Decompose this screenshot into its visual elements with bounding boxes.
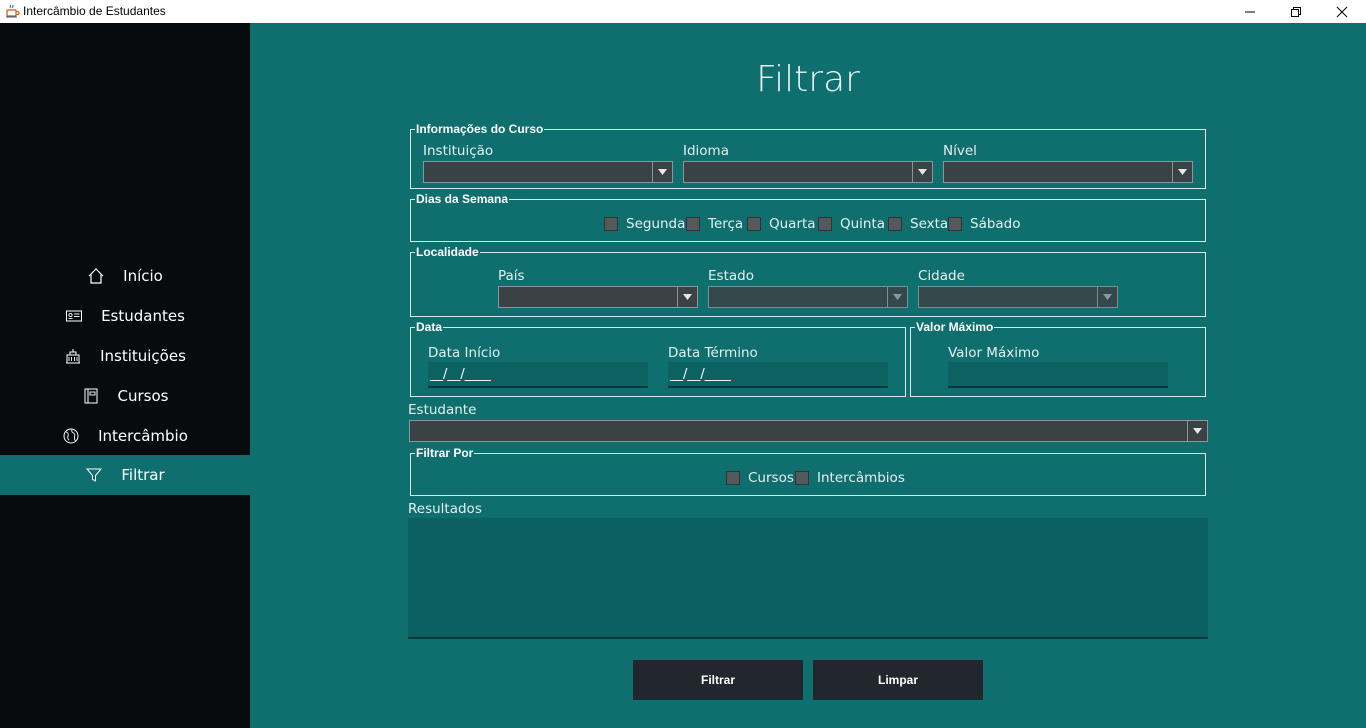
cidade-combo[interactable]: [918, 286, 1118, 308]
chevron-down-icon: [1097, 287, 1117, 307]
sidebar-item-intercambio[interactable]: Intercâmbio: [0, 416, 250, 456]
pais-label: País: [498, 268, 525, 284]
chevron-down-icon: [1187, 421, 1207, 441]
resultados-label: Resultados: [408, 501, 482, 517]
window-titlebar: Intercâmbio de Estudantes: [0, 0, 1366, 23]
curso-legend: Informações do Curso: [415, 122, 545, 136]
checkbox-box: [747, 217, 761, 231]
data-legend: Data: [415, 320, 444, 334]
quarta-checkbox[interactable]: Quarta: [747, 216, 816, 232]
checkbox-label: Sábado: [970, 216, 1021, 232]
checkbox-box: [818, 217, 832, 231]
checkbox-label: Quarta: [769, 216, 816, 232]
filtrar-por-legend: Filtrar Por: [415, 446, 475, 460]
home-icon: [87, 267, 105, 285]
instituicao-combo[interactable]: [423, 161, 673, 183]
checkbox-box: [686, 217, 700, 231]
sidebar-item-label: Instituições: [100, 347, 186, 365]
instituicao-label: Instituição: [423, 143, 494, 159]
sabado-checkbox[interactable]: Sábado: [948, 216, 1021, 232]
id-card-icon: [65, 307, 83, 325]
sidebar-item-label: Filtrar: [121, 466, 165, 484]
quinta-checkbox[interactable]: Quinta: [818, 216, 885, 232]
page-title: Filtrar: [756, 59, 860, 100]
valor-maximo-label: Valor Máximo: [948, 345, 1040, 361]
pais-combo[interactable]: [498, 286, 698, 308]
checkbox-box: [726, 471, 740, 485]
checkbox-label: Sexta: [910, 216, 949, 232]
sidebar-item-label: Estudantes: [101, 307, 185, 325]
sidebar-item-estudantes[interactable]: Estudantes: [0, 296, 250, 336]
sidebar-item-cursos[interactable]: Cursos: [0, 376, 250, 416]
minimize-button[interactable]: [1227, 0, 1273, 23]
resultados-area[interactable]: [408, 518, 1208, 639]
checkbox-box: [948, 217, 962, 231]
checkbox-box: [795, 471, 809, 485]
data-termino-label: Data Término: [668, 345, 758, 361]
nivel-combo[interactable]: [943, 161, 1193, 183]
minimize-icon: [1244, 6, 1256, 18]
close-icon: [1336, 6, 1348, 18]
chevron-down-icon: [652, 162, 672, 182]
checkbox-label: Segunda: [626, 216, 686, 232]
chevron-down-icon: [887, 287, 907, 307]
data-inicio-field[interactable]: __/__/____: [428, 362, 648, 388]
terca-checkbox[interactable]: Terça: [686, 216, 743, 232]
cidade-label: Cidade: [918, 268, 965, 284]
sidebar-item-label: Intercâmbio: [98, 427, 188, 445]
estudante-label: Estudante: [408, 402, 477, 418]
close-button[interactable]: [1319, 0, 1365, 23]
valor-maximo-field[interactable]: [948, 362, 1168, 388]
chevron-down-icon: [912, 162, 932, 182]
segunda-checkbox[interactable]: Segunda: [604, 216, 685, 232]
restore-icon: [1290, 6, 1302, 18]
checkbox-label: Intercâmbios: [817, 470, 905, 486]
checkbox-label: Quinta: [840, 216, 886, 232]
restore-button[interactable]: [1273, 0, 1319, 23]
sidebar-item-inicio[interactable]: Início: [0, 256, 250, 296]
building-icon: [64, 347, 82, 365]
dias-legend: Dias da Semana: [415, 192, 510, 206]
nivel-label: Nível: [943, 143, 977, 159]
sexta-checkbox[interactable]: Sexta: [888, 216, 948, 232]
main-panel: Filtrar Informações do Curso Instituição…: [250, 23, 1366, 728]
intercambios-checkbox[interactable]: Intercâmbios: [795, 470, 905, 486]
localidade-legend: Localidade: [415, 245, 480, 259]
chevron-down-icon: [1172, 162, 1192, 182]
sidebar-item-label: Início: [123, 267, 163, 285]
estado-combo[interactable]: [708, 286, 908, 308]
checkbox-box: [604, 217, 618, 231]
globe-icon: [62, 427, 80, 445]
data-inicio-label: Data Início: [428, 345, 501, 361]
filter-icon: [85, 466, 103, 484]
java-icon: [4, 3, 20, 19]
chevron-down-icon: [677, 287, 697, 307]
sidebar-item-instituicoes[interactable]: Instituições: [0, 336, 250, 376]
checkbox-label: Terça: [708, 216, 744, 232]
sidebar-item-filtrar[interactable]: Filtrar: [0, 455, 250, 495]
checkbox-box: [888, 217, 902, 231]
estado-label: Estado: [708, 268, 754, 284]
cursos-checkbox[interactable]: Cursos: [726, 470, 794, 486]
sidebar-item-label: Cursos: [117, 387, 169, 405]
window-title: Intercâmbio de Estudantes: [23, 4, 166, 18]
limpar-button[interactable]: Limpar: [813, 660, 983, 700]
filtrar-button[interactable]: Filtrar: [633, 660, 803, 700]
book-icon: [82, 387, 100, 405]
idioma-label: Idioma: [683, 143, 729, 159]
idioma-combo[interactable]: [683, 161, 933, 183]
checkbox-label: Cursos: [748, 470, 794, 486]
valor-legend: Valor Máximo: [915, 320, 995, 334]
data-termino-field[interactable]: __/__/____: [668, 362, 888, 388]
estudante-combo[interactable]: [409, 420, 1208, 442]
sidebar: Início Estudantes Instituições Cursos In…: [0, 23, 250, 728]
